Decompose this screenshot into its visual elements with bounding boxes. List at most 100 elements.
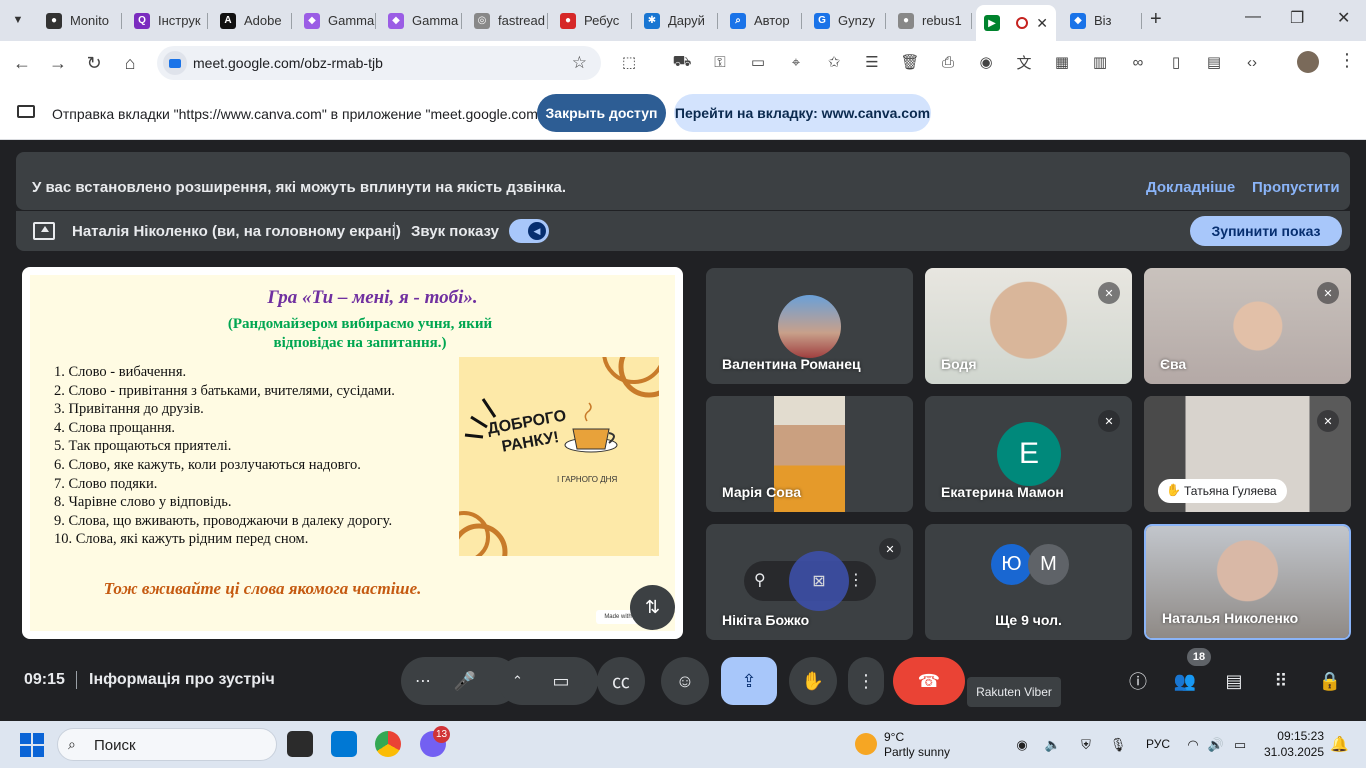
microphone-tray-icon[interactable]: 🎙 <box>1109 736 1127 754</box>
participant-tile[interactable]: ✕ ⚲ ⊠ ⋮ Нікіта Божко <box>706 524 913 640</box>
present-button[interactable]: ⇪ <box>721 657 777 705</box>
browser-tab[interactable]: ◆ Віз <box>1062 6 1142 35</box>
weather-description[interactable]: Partly sunny <box>884 745 950 759</box>
browser-tab[interactable]: ✱ Даруй <box>636 6 718 35</box>
trash-icon[interactable]: 🗑 <box>900 53 919 71</box>
print-icon[interactable]: ⎙ <box>939 53 957 71</box>
browser-tab[interactable]: ◆ Gamma <box>380 6 462 35</box>
browser-tab[interactable]: ● Monito <box>38 6 122 35</box>
participant-tile[interactable]: Марія Сова <box>706 396 913 512</box>
translate-icon[interactable]: 文 <box>1015 53 1033 72</box>
site-info-icon[interactable] <box>163 51 187 75</box>
mute-participant-icon[interactable]: ⊠ <box>789 551 849 611</box>
start-button[interactable] <box>20 733 44 757</box>
browser-tab[interactable]: ● Ребус <box>552 6 632 35</box>
learn-more-link[interactable]: Докладніше <box>1146 179 1235 196</box>
notification-bell-icon[interactable]: 🔔 <box>1330 735 1349 753</box>
restore-button[interactable]: ❐ <box>1290 8 1304 28</box>
people-icon[interactable]: 👥 <box>1172 669 1198 693</box>
browser-tab[interactable]: ◎ fastread <box>466 6 548 35</box>
card-icon[interactable]: ▭ <box>749 53 767 71</box>
tab-search-button[interactable]: ▼ <box>6 8 30 32</box>
more-options-icon[interactable]: ⋮ <box>848 570 864 590</box>
bookmark-star-icon[interactable]: ☆ <box>572 53 587 73</box>
camera-button[interactable]: ▭ <box>537 657 585 705</box>
browser-tab[interactable]: ◆ Gamma <box>296 6 376 35</box>
pin-icon[interactable]: ⚲ <box>754 570 766 590</box>
home-button[interactable]: ⌂ <box>120 53 140 74</box>
more-participants-tile[interactable]: Ю М Ще 9 чол. <box>925 524 1132 640</box>
star-list-icon[interactable]: ✩ <box>825 53 843 71</box>
battery-icon[interactable]: ▭ <box>1231 736 1249 754</box>
close-tab-icon[interactable]: ✕ <box>1036 15 1048 32</box>
raise-hand-button[interactable]: ✋ <box>789 657 837 705</box>
captions-button[interactable]: ㏄ <box>597 657 645 705</box>
browser-tab[interactable]: ⌕ Автор <box>722 6 802 35</box>
screenshot-icon[interactable]: ◉ <box>977 53 995 71</box>
swap-tiles-button[interactable]: ⇅ <box>630 585 675 630</box>
location-icon[interactable]: ⌖ <box>787 53 805 71</box>
participant-tile-self[interactable]: Наталья Николенко <box>1144 524 1351 640</box>
defender-icon[interactable]: ⛨ <box>1077 736 1095 754</box>
link-icon[interactable]: ∞ <box>1129 53 1147 71</box>
microphone-button[interactable]: 🎤 <box>441 657 489 705</box>
code-icon[interactable]: ‹› <box>1243 53 1261 71</box>
taskbar-search[interactable]: ⌕ Поиск <box>57 728 277 761</box>
minimize-button[interactable]: — <box>1245 8 1261 26</box>
emoji-button[interactable]: ☺ <box>661 657 709 705</box>
host-controls-icon[interactable]: 🔒 <box>1317 669 1343 693</box>
devices-icon[interactable]: ▯ <box>1167 53 1185 71</box>
key-icon[interactable]: ⚿ <box>711 53 729 71</box>
video-options-icon[interactable]: ⌃ <box>512 673 523 689</box>
extensions-icon[interactable]: ⬚ <box>620 53 638 71</box>
browser-tab[interactable]: A Adobe <box>212 6 292 35</box>
participant-tile[interactable]: Е ✕ Екатерина Мамон <box>925 396 1132 512</box>
chrome-app-icon[interactable] <box>375 731 401 757</box>
store-icon[interactable] <box>331 731 357 757</box>
weather-icon[interactable] <box>855 733 877 755</box>
address-bar[interactable]: meet.google.com/obz-rmab-tjb ☆ <box>157 46 601 80</box>
participant-tile[interactable]: ✕ Єва <box>1144 268 1351 384</box>
more-options-button[interactable]: ⋮ <box>848 657 884 705</box>
browser-tab[interactable]: Q Інструк <box>126 6 208 35</box>
activities-icon[interactable]: ⠿ <box>1268 669 1294 693</box>
presentation-view[interactable]: Гра «Ти – мені, я - тобі». (Рандомайзеро… <box>22 267 683 639</box>
browser-tab[interactable]: ▶ ✕ <box>976 5 1056 41</box>
speaker-icon[interactable]: 🔊 <box>1207 736 1225 754</box>
input-language[interactable]: РУС <box>1146 737 1170 751</box>
switch-to-tab-button[interactable]: Перейти на вкладку: www.canva.com <box>674 94 931 132</box>
chrome-menu-icon[interactable]: ⋮ <box>1338 50 1356 71</box>
clock-date[interactable]: 31.03.2025 <box>1262 745 1324 759</box>
reading-list-icon[interactable]: ☰ <box>863 53 881 71</box>
car-icon[interactable]: ⛟ <box>673 53 692 71</box>
reload-button[interactable]: ↻ <box>84 53 104 74</box>
skip-link[interactable]: Пропустити <box>1252 179 1340 196</box>
meeting-details-link[interactable]: Інформація про зустріч <box>89 671 275 689</box>
new-tab-button[interactable]: + <box>1150 8 1162 31</box>
wifi-icon[interactable]: ◠ <box>1184 736 1202 754</box>
participant-tile[interactable]: ✕ ✋ Татьяна Гуляева <box>1144 396 1351 512</box>
weather-temperature[interactable]: 9°C <box>884 730 904 744</box>
clock-time[interactable]: 09:15:23 <box>1270 729 1324 743</box>
presentation-audio-toggle[interactable]: ◀ <box>509 219 549 243</box>
profile-avatar[interactable] <box>1297 51 1319 73</box>
browser-tab[interactable]: ● rebus1 <box>890 6 972 35</box>
stop-presenting-button[interactable]: Зупинити показ <box>1190 216 1342 246</box>
volume-mixer-icon[interactable]: 🔈 <box>1044 736 1062 754</box>
browser-tab[interactable]: G Gynzy <box>806 6 886 35</box>
participant-tile[interactable]: Валентина Романец <box>706 268 913 384</box>
close-window-button[interactable]: ✕ <box>1337 8 1350 28</box>
book-icon[interactable]: ▥ <box>1091 53 1109 71</box>
chat-icon[interactable]: ▤ <box>1221 669 1247 693</box>
qr-icon[interactable]: ▦ <box>1053 53 1071 71</box>
info-icon[interactable]: ⓘ <box>1125 669 1151 693</box>
viber-tray-icon[interactable]: ◉ <box>1013 736 1031 754</box>
task-view-icon[interactable] <box>287 731 313 757</box>
leave-call-button[interactable]: ☎ <box>893 657 965 705</box>
forward-button[interactable]: → <box>48 53 68 74</box>
audio-options-icon[interactable]: ⋯ <box>415 671 431 691</box>
stop-sharing-button[interactable]: Закрыть доступ <box>537 94 666 132</box>
participant-tile[interactable]: ✕ Бодя <box>925 268 1132 384</box>
back-button[interactable]: ← <box>12 53 32 74</box>
url-text[interactable]: meet.google.com/obz-rmab-tjb <box>193 55 383 71</box>
